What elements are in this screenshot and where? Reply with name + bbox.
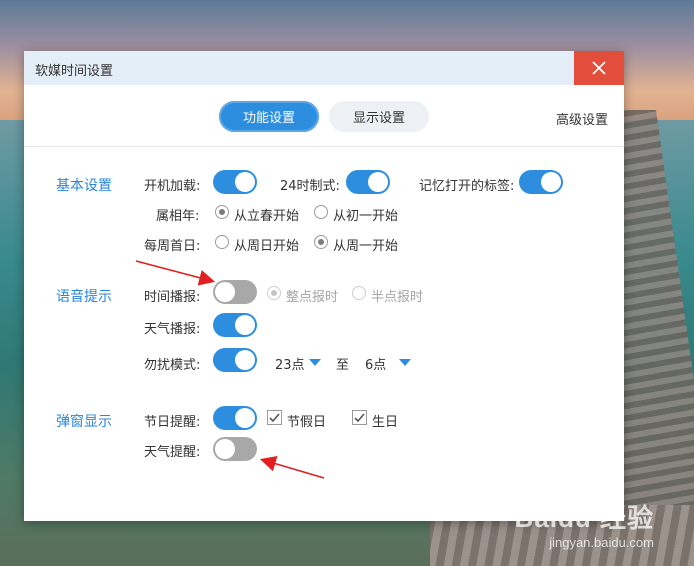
close-icon [592, 61, 606, 75]
h24-toggle[interactable] [346, 170, 390, 194]
birthday-checkbox[interactable] [352, 410, 367, 425]
zodiac-lichun-radio[interactable] [215, 205, 229, 219]
hourly-chime-label: 整点报时 [286, 290, 339, 305]
zodiac-lichun-label: 从立春开始 [234, 209, 300, 224]
dnd-from-value[interactable]: 23点 [275, 354, 305, 373]
watermark-logo: Baidu 经验 [514, 503, 654, 533]
section-popup-title: 弹窗显示 [56, 414, 112, 430]
zodiac-chuyi-radio[interactable] [314, 205, 328, 219]
dnd-toggle[interactable] [213, 348, 257, 372]
boot-load-label: 开机加载: [144, 179, 201, 194]
weather-reminder-toggle[interactable] [213, 437, 257, 461]
half-hour-chime-label: 半点报时 [371, 290, 424, 305]
dnd-to-label: 至 [336, 358, 350, 373]
tab-advanced-settings[interactable]: 高级设置 [556, 109, 608, 128]
week-start-label: 每周首日: [144, 239, 201, 254]
week-sunday-label: 从周日开始 [234, 239, 300, 254]
time-announce-toggle[interactable] [213, 280, 257, 304]
toggle-knob [235, 350, 255, 370]
baidu-watermark: Baidu 经验 jingyan.baidu.com [515, 498, 654, 550]
checkmark-icon [354, 413, 365, 423]
checkmark-icon [269, 413, 280, 423]
watermark-url: jingyan.baidu.com [549, 535, 654, 550]
half-hour-chime-radio[interactable] [352, 286, 366, 300]
weather-announce-label: 天气播报: [144, 322, 201, 337]
boot-load-toggle[interactable] [213, 170, 257, 194]
toggle-knob [235, 315, 255, 335]
time-announce-label: 时间播报: [144, 290, 201, 305]
tab-function-settings[interactable]: 功能设置 [219, 101, 319, 132]
toggle-knob [235, 408, 255, 428]
week-monday-label: 从周一开始 [333, 239, 399, 254]
remember-tabs-toggle[interactable] [519, 170, 563, 194]
remember-tabs-label: 记忆打开的标签: [419, 179, 515, 194]
weather-announce-toggle[interactable] [213, 313, 257, 337]
tab-display-settings[interactable]: 显示设置 [329, 101, 429, 132]
dnd-to-dropdown-icon[interactable] [399, 359, 411, 366]
birthday-checkbox-label: 生日 [372, 415, 399, 430]
h24-label: 24时制式: [280, 179, 340, 194]
hourly-chime-radio[interactable] [267, 286, 281, 300]
dnd-label: 勿扰模式: [144, 358, 201, 373]
week-monday-radio[interactable] [314, 235, 328, 249]
tab-bar: 功能设置 显示设置 高级设置 [24, 85, 624, 147]
close-button[interactable] [574, 51, 624, 85]
zodiac-year-label: 属相年: [156, 209, 200, 224]
toggle-knob [235, 172, 255, 192]
holiday-reminder-label: 节日提醒: [144, 415, 201, 430]
dnd-to-value[interactable]: 6点 [365, 354, 386, 373]
zodiac-chuyi-label: 从初一开始 [333, 209, 399, 224]
holiday-reminder-toggle[interactable] [213, 406, 257, 430]
section-basic-title: 基本设置 [56, 178, 112, 194]
section-voice-title: 语音提示 [56, 289, 112, 305]
toggle-knob [368, 172, 388, 192]
toggle-knob [215, 282, 235, 302]
week-sunday-radio[interactable] [215, 235, 229, 249]
holiday-checkbox-label: 节假日 [287, 415, 327, 430]
holiday-checkbox[interactable] [267, 410, 282, 425]
toggle-knob [541, 172, 561, 192]
toggle-knob [215, 439, 235, 459]
window-title: 软媒时间设置 [35, 64, 114, 79]
weather-reminder-label: 天气提醒: [144, 445, 201, 460]
settings-dialog: 软媒时间设置 功能设置 显示设置 高级设置 基本设置 开机加载: 24时制式: … [24, 51, 624, 521]
title-bar: 软媒时间设置 [24, 51, 624, 85]
dnd-from-dropdown-icon[interactable] [309, 359, 321, 366]
